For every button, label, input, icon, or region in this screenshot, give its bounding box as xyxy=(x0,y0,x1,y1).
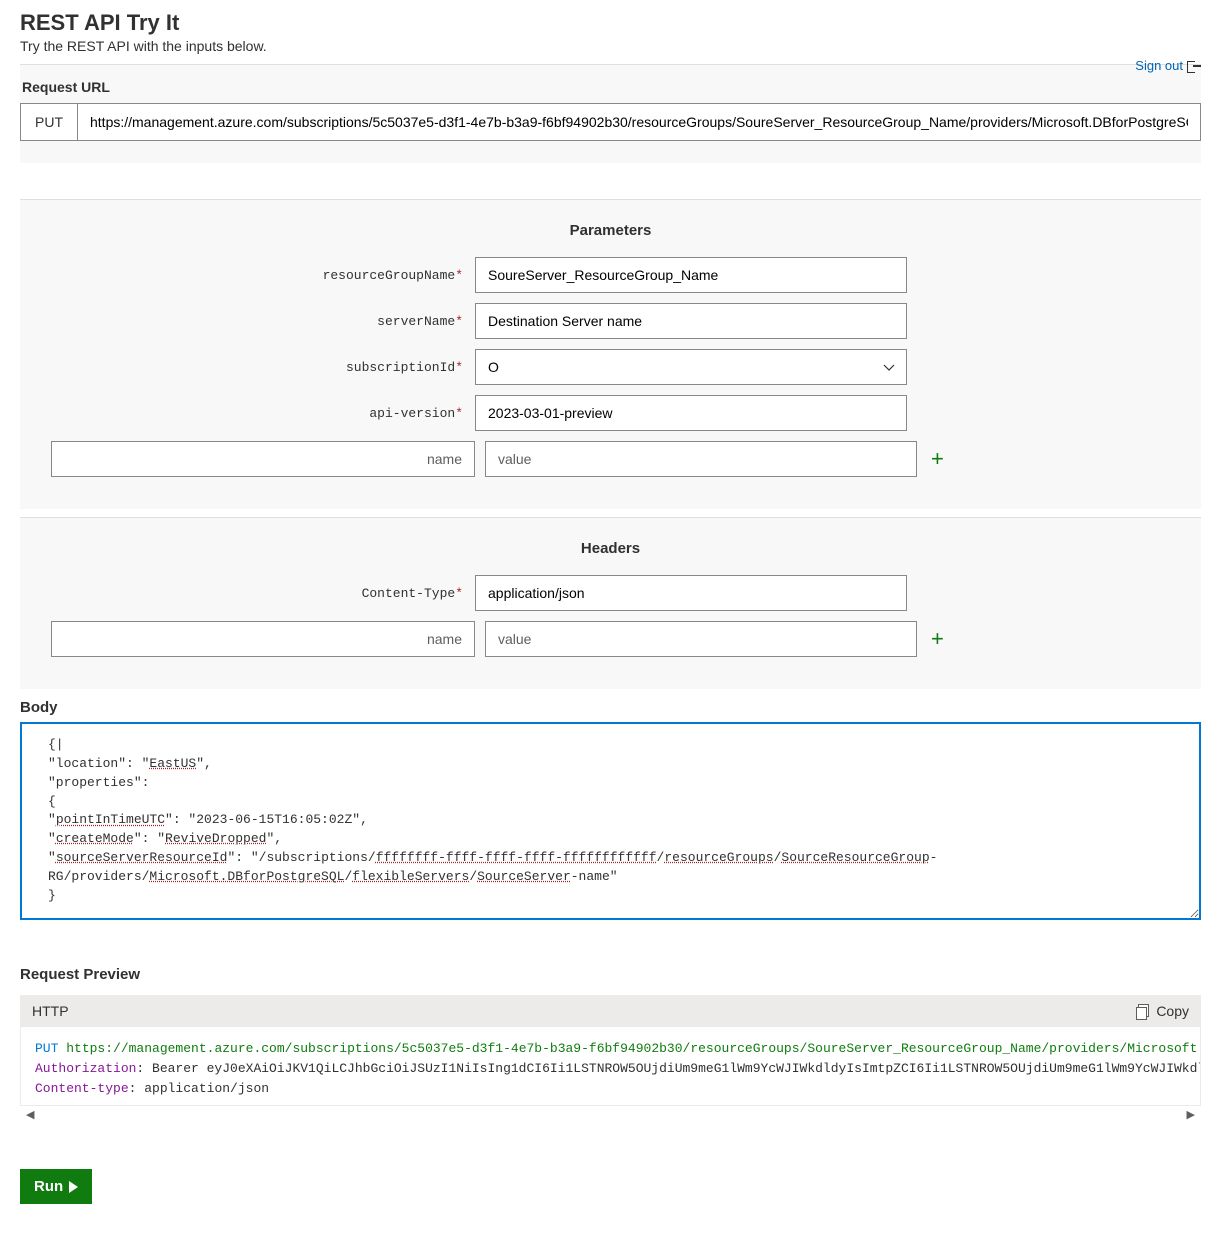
required-marker: * xyxy=(455,360,463,375)
copy-label: Copy xyxy=(1156,1003,1189,1019)
parameters-title: Parameters xyxy=(20,214,1201,257)
param-label-apiversion: api-version xyxy=(369,406,455,421)
run-button[interactable]: Run xyxy=(20,1169,92,1204)
http-method-box: PUT xyxy=(20,103,77,141)
param-add-name-input[interactable] xyxy=(51,441,475,477)
request-url-section: Request URL PUT xyxy=(20,64,1201,163)
param-add-value-input[interactable] xyxy=(485,441,917,477)
header-add-button[interactable]: + xyxy=(931,628,944,650)
header-input-contenttype[interactable] xyxy=(475,575,907,611)
required-marker: * xyxy=(455,406,463,421)
param-input-resourcegroupname[interactable] xyxy=(475,257,907,293)
param-label-subscriptionid: subscriptionId xyxy=(346,360,455,375)
param-input-servername[interactable] xyxy=(475,303,907,339)
preview-code-block[interactable]: PUT https://management.azure.com/subscri… xyxy=(20,1027,1201,1106)
page-subtitle: Try the REST API with the inputs below. xyxy=(20,38,1201,54)
preview-tab-http[interactable]: HTTP xyxy=(32,1003,69,1019)
request-preview-label: Request Preview xyxy=(20,966,1201,983)
sign-out-link[interactable]: Sign out xyxy=(1135,58,1201,73)
required-marker: * xyxy=(455,586,463,601)
request-url-label: Request URL xyxy=(20,79,1201,95)
page-title: REST API Try It xyxy=(20,10,1201,36)
header-label-contenttype: Content-Type xyxy=(362,586,456,601)
sign-out-label: Sign out xyxy=(1135,58,1183,73)
sign-out-icon xyxy=(1187,59,1201,73)
scroll-left-icon[interactable]: ◀ xyxy=(26,1108,34,1121)
param-select-subscriptionid[interactable]: O xyxy=(475,349,907,385)
body-editor[interactable]: {| "location": "EastUS", "properties": {… xyxy=(20,722,1201,920)
scroll-right-icon[interactable]: ▶ xyxy=(1187,1108,1195,1121)
required-marker: * xyxy=(455,314,463,329)
copy-icon xyxy=(1136,1004,1150,1018)
param-label-resourcegroupname: resourceGroupName xyxy=(323,268,456,283)
header-add-name-input[interactable] xyxy=(51,621,475,657)
copy-button[interactable]: Copy xyxy=(1136,1003,1189,1019)
run-label: Run xyxy=(34,1178,63,1195)
param-add-button[interactable]: + xyxy=(931,448,944,470)
param-input-apiversion[interactable] xyxy=(475,395,907,431)
header-add-value-input[interactable] xyxy=(485,621,917,657)
required-marker: * xyxy=(455,268,463,283)
param-label-servername: serverName xyxy=(377,314,455,329)
page-header: REST API Try It Try the REST API with th… xyxy=(20,10,1201,64)
request-url-input[interactable] xyxy=(77,103,1201,141)
play-icon xyxy=(69,1181,78,1193)
parameters-section: Parameters resourceGroupName* serverName… xyxy=(20,199,1201,509)
body-label: Body xyxy=(20,699,1201,716)
headers-title: Headers xyxy=(20,532,1201,575)
headers-section: Headers Content-Type* + xyxy=(20,517,1201,689)
